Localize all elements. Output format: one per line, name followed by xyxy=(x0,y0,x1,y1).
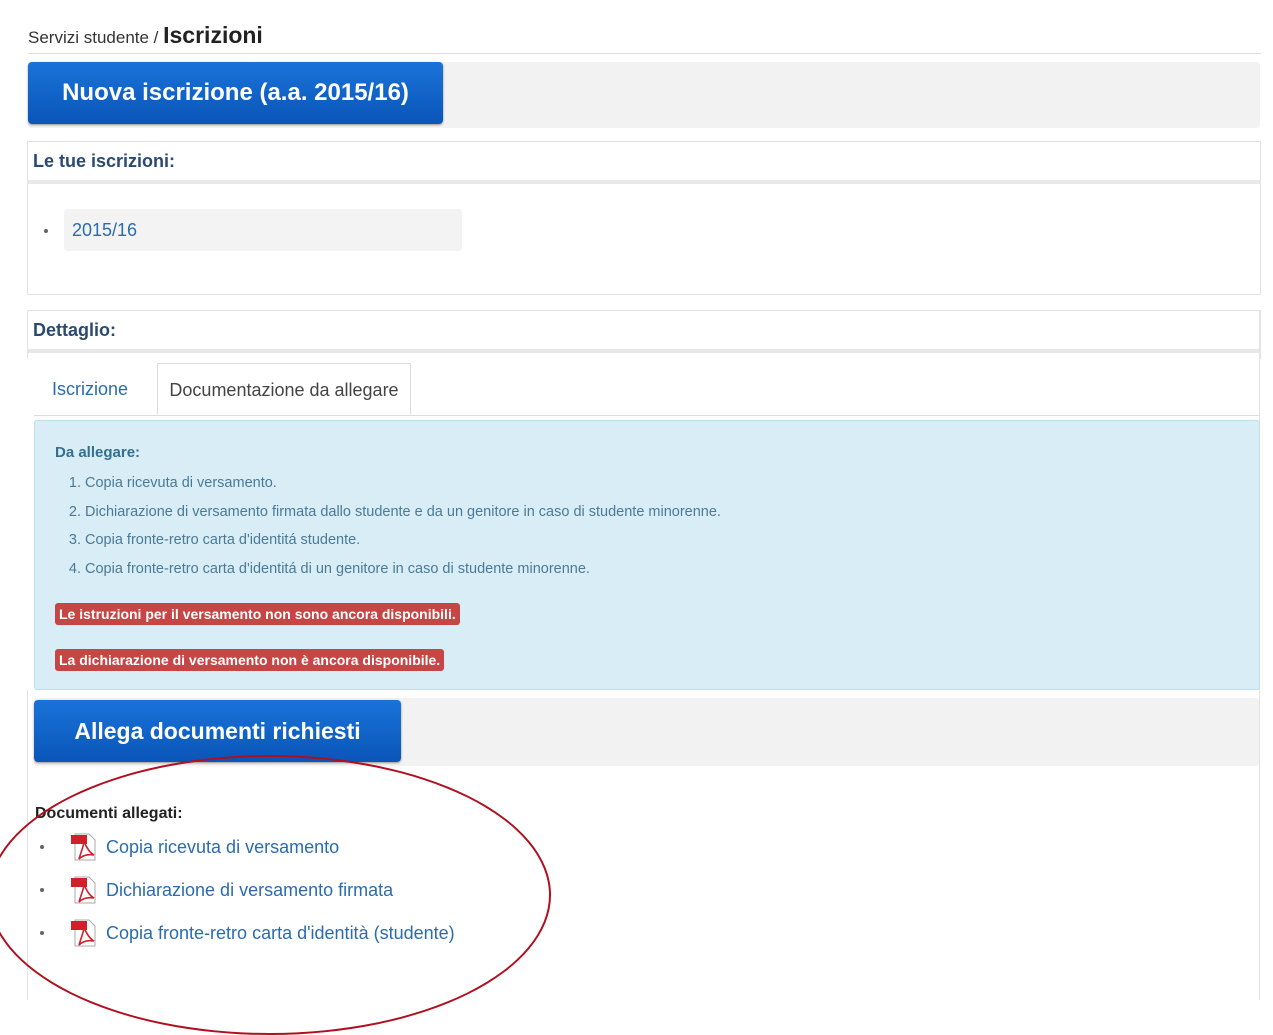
attach-bar: Allega documenti richiesti xyxy=(34,698,1259,766)
tabs: Iscrizione Documentazione da allegare xyxy=(34,363,1260,416)
tab-iscrizione[interactable]: Iscrizione xyxy=(34,363,146,415)
attached-doc-item[interactable]: Copia ricevuta di versamento xyxy=(40,832,339,862)
list-item: Copia fronte-retro carta d'identitá di u… xyxy=(85,555,721,584)
list-item: Copia ricevuta di versamento. xyxy=(85,469,721,498)
attached-docs-title: Documenti allegati: xyxy=(35,805,183,822)
breadcrumb-parent[interactable]: Servizi studente xyxy=(28,28,149,47)
panel-border xyxy=(27,690,28,1000)
enrollments-panel: Le tue iscrizioni: 2015/16 xyxy=(27,141,1261,295)
attach-requirements-list: Copia ricevuta di versamento. Dichiarazi… xyxy=(55,469,721,583)
enrollment-link[interactable]: 2015/16 xyxy=(72,220,137,240)
tab-documentazione[interactable]: Documentazione da allegare xyxy=(157,363,411,415)
enrollments-panel-title: Le tue iscrizioni: xyxy=(28,142,1260,184)
bullet xyxy=(40,845,44,849)
pdf-icon xyxy=(71,833,96,861)
warning-label: La dichiarazione di versamento non è anc… xyxy=(55,649,445,671)
bullet xyxy=(40,888,44,892)
attached-doc-item[interactable]: Dichiarazione di versamento firmata xyxy=(40,875,393,905)
attached-doc-link[interactable]: Dichiarazione di versamento firmata xyxy=(106,880,393,901)
breadcrumb: Servizi studente / Iscrizioni xyxy=(28,22,263,49)
bullet xyxy=(40,931,44,935)
detail-panel-title: Dettaglio: xyxy=(28,311,1260,353)
new-enrollment-bar: Nuova iscrizione (a.a. 2015/16) xyxy=(28,62,1260,128)
list-item: Dichiarazione di versamento firmata dall… xyxy=(85,498,721,527)
pdf-icon xyxy=(71,876,96,904)
attach-documents-button[interactable]: Allega documenti richiesti xyxy=(34,700,401,762)
attached-doc-link[interactable]: Copia fronte-retro carta d'identità (stu… xyxy=(106,923,455,944)
new-enrollment-button[interactable]: Nuova iscrizione (a.a. 2015/16) xyxy=(28,62,443,124)
pdf-icon xyxy=(71,919,96,947)
breadcrumb-separator: / xyxy=(148,28,164,47)
attached-doc-item[interactable]: Copia fronte-retro carta d'identità (stu… xyxy=(40,918,455,948)
warning-label: Le istruzioni per il versamento non sono… xyxy=(55,603,460,625)
attach-info-title: Da allegare: xyxy=(55,444,141,461)
enrollment-item[interactable]: 2015/16 xyxy=(64,209,462,251)
attached-doc-link[interactable]: Copia ricevuta di versamento xyxy=(106,837,339,858)
list-item: Copia fronte-retro carta d'identitá stud… xyxy=(85,526,721,555)
page-title: Iscrizioni xyxy=(163,22,263,48)
bullet xyxy=(44,229,48,233)
attach-info-box: Da allegare: Copia ricevuta di versament… xyxy=(34,420,1260,690)
detail-panel: Dettaglio: xyxy=(27,310,1261,359)
divider xyxy=(28,53,1261,54)
